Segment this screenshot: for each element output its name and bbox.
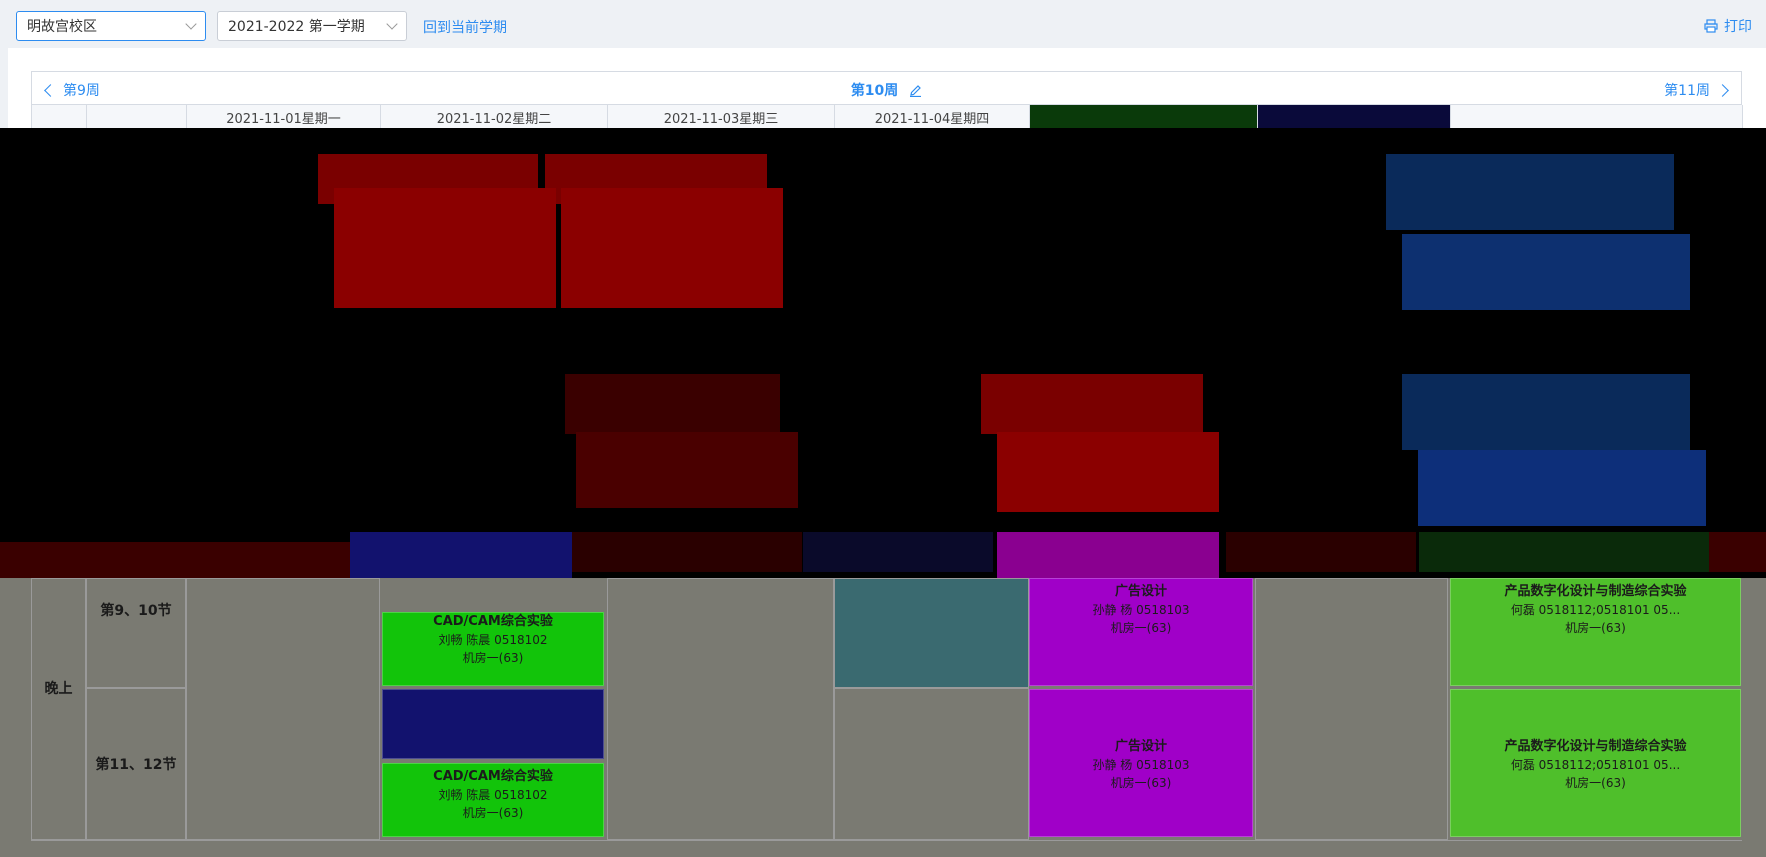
- next-week-label: 第11周: [1664, 83, 1710, 99]
- term-select-value: 2021-2022 第一学期: [228, 19, 365, 35]
- header-corner: [32, 105, 87, 129]
- empty-cell: [186, 578, 380, 840]
- header-day: 2021-11-01星期一: [187, 105, 381, 129]
- course-title: 产品数字化设计与制造综合实验: [1504, 739, 1687, 754]
- header-day: [1258, 105, 1451, 129]
- course-block: [572, 532, 802, 572]
- course-room: 机房一(63): [1565, 776, 1626, 790]
- printer-icon: [1704, 19, 1718, 33]
- course-block: [803, 532, 993, 572]
- course-block: [1226, 532, 1416, 572]
- course-card-purple-2[interactable]: 广告设计 孙静 杨 0518103 机房一(63): [1029, 689, 1253, 837]
- next-week-button[interactable]: 第11周: [1664, 80, 1729, 100]
- week-navigation: 第9周 第10周 第11周: [31, 71, 1742, 105]
- course-room: 机房一(63): [462, 651, 524, 665]
- divider: [31, 840, 1742, 841]
- edit-icon[interactable]: [909, 84, 922, 98]
- course-card-navy[interactable]: [382, 689, 604, 759]
- current-week-label: 第10周: [850, 83, 899, 99]
- course-block: [1419, 532, 1719, 572]
- course-teacher: 刘畅 陈晨 0518102: [438, 633, 548, 647]
- course-block: [981, 374, 1203, 434]
- print-button[interactable]: 打印: [1704, 16, 1752, 36]
- course-card-purple-1[interactable]: 广告设计 孙静 杨 0518103 机房一(63): [1029, 578, 1253, 686]
- day-header-row: 2021-11-01星期一 2021-11-02星期二 2021-11-03星期…: [31, 105, 1743, 129]
- header-day: [1451, 105, 1743, 129]
- chevron-right-icon: [1716, 83, 1729, 97]
- course-block: [576, 432, 798, 508]
- header-day: 2021-11-04星期四: [835, 105, 1030, 129]
- course-title: 广告设计: [1114, 739, 1167, 754]
- course-block: [1402, 374, 1690, 450]
- header-day: 2021-11-03星期三: [608, 105, 835, 129]
- course-block: [997, 432, 1219, 512]
- term-select[interactable]: 2021-2022 第一学期: [217, 11, 407, 41]
- empty-cell: [1255, 578, 1448, 840]
- course-teacher: 孙静 杨 0518103: [1092, 603, 1190, 617]
- course-title: CAD/CAM综合实验: [433, 769, 553, 784]
- course-block: [334, 234, 556, 308]
- course-room: 机房一(63): [1110, 776, 1172, 790]
- slot-cell: [86, 578, 186, 688]
- course-block: [1418, 450, 1706, 526]
- course-card-product-2[interactable]: 产品数字化设计与制造综合实验 何磊 0518112;0518101 05... …: [1450, 689, 1741, 837]
- chevron-down-icon: [185, 18, 197, 30]
- course-teacher: 刘畅 陈晨 0518102: [438, 788, 548, 802]
- period-cell: [31, 578, 86, 840]
- course-title: CAD/CAM综合实验: [433, 614, 553, 629]
- header-day: [1030, 105, 1258, 129]
- course-teacher: 孙静 杨 0518103: [1092, 758, 1190, 772]
- empty-cell: [607, 578, 834, 840]
- header-day: 2021-11-02星期二: [381, 105, 608, 129]
- slot-label: 第11、12节: [95, 757, 177, 773]
- course-room: 机房一(63): [1110, 621, 1172, 635]
- course-block: [565, 374, 780, 434]
- chevron-down-icon: [386, 18, 398, 30]
- empty-cell: [834, 688, 1029, 840]
- current-week: 第10周: [32, 80, 1741, 100]
- course-title: 产品数字化设计与制造综合实验: [1504, 584, 1687, 599]
- course-card-cam-1[interactable]: CAD/CAM综合实验 刘畅 陈晨 0518102 机房一(63): [382, 612, 604, 686]
- course-block: [1402, 234, 1690, 310]
- period-label: 晚上: [44, 681, 73, 697]
- header-slot: [87, 105, 187, 129]
- course-card-cam-2[interactable]: CAD/CAM综合实验 刘畅 陈晨 0518102 机房一(63): [382, 763, 604, 837]
- course-block: [0, 542, 350, 582]
- campus-select-value: 明故宫校区: [27, 19, 97, 35]
- course-room: 机房一(63): [1565, 621, 1626, 635]
- render-artifact-overlay: [0, 128, 1766, 625]
- course-teacher: 何磊 0518112;0518101 05...: [1510, 758, 1681, 772]
- course-block: [561, 234, 783, 308]
- course-room: 机房一(63): [462, 806, 524, 820]
- slot-label: 第9、10节: [100, 603, 172, 619]
- course-block: [1709, 532, 1766, 572]
- course-block: [1386, 154, 1674, 230]
- timetable-evening-section: 晚上 第9、10节 第11、12节 CAD/CAM综合实验 刘畅 陈晨 0518…: [0, 578, 1766, 857]
- course-title: 广告设计: [1114, 584, 1167, 599]
- campus-select[interactable]: 明故宫校区: [16, 11, 206, 41]
- course-teacher: 何磊 0518112;0518101 05...: [1510, 603, 1681, 617]
- teal-cell: [834, 578, 1029, 688]
- toolbar: 明故宫校区 2021-2022 第一学期 回到当前学期 打印: [0, 0, 1766, 48]
- back-to-current-term-link[interactable]: 回到当前学期: [423, 17, 507, 37]
- course-card-product-1[interactable]: 产品数字化设计与制造综合实验 何磊 0518112;0518101 05... …: [1450, 578, 1741, 686]
- print-label: 打印: [1724, 19, 1752, 35]
